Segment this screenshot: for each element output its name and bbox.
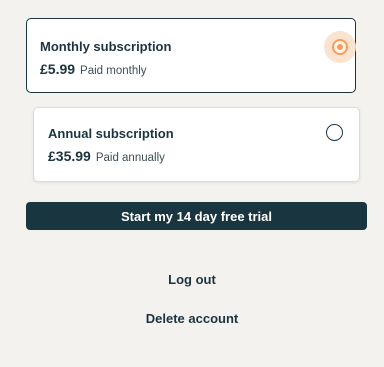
- start-trial-button[interactable]: Start my 14 day free trial: [26, 202, 367, 230]
- plan-price-row: £35.99 Paid annually: [48, 148, 165, 164]
- plan-title: Monthly subscription: [40, 39, 172, 54]
- plan-period: Paid monthly: [80, 65, 147, 77]
- plan-period: Paid annually: [95, 152, 165, 164]
- plan-price: £35.99: [48, 148, 91, 164]
- radio-ring: [332, 39, 348, 55]
- radio-unselected[interactable]: [326, 124, 343, 141]
- radio-dot: [337, 44, 343, 50]
- plan-card-monthly[interactable]: Monthly subscription £5.99 Paid monthly: [26, 18, 356, 93]
- plan-card-annual[interactable]: Annual subscription £35.99 Paid annually: [33, 107, 360, 182]
- logout-link[interactable]: Log out: [0, 272, 384, 287]
- plan-title: Annual subscription: [48, 126, 174, 141]
- radio-selected[interactable]: [324, 31, 356, 63]
- plan-price-row: £5.99 Paid monthly: [40, 61, 147, 77]
- delete-account-link[interactable]: Delete account: [0, 311, 384, 326]
- plan-price: £5.99: [40, 61, 76, 77]
